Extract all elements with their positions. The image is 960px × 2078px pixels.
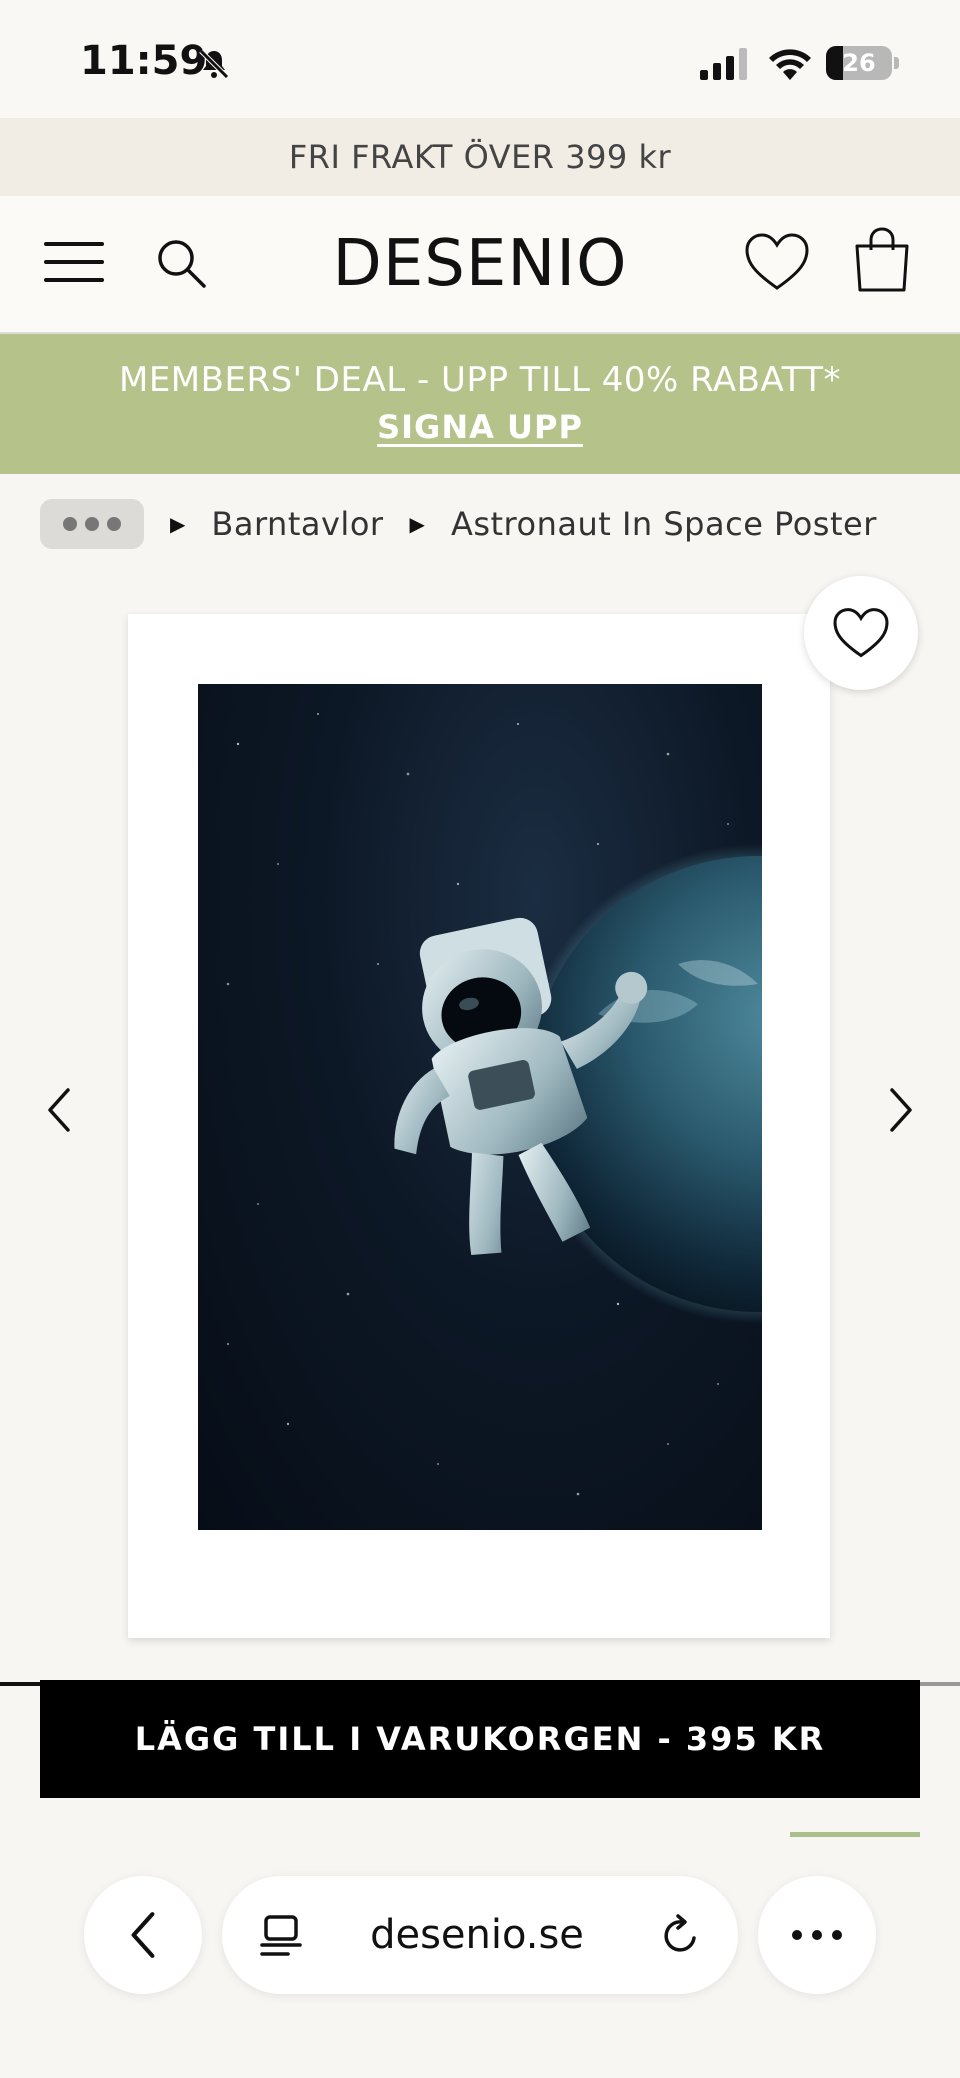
breadcrumb-separator-icon: ▶ bbox=[170, 512, 186, 536]
battery-percent: 26 bbox=[842, 49, 876, 77]
battery-tip bbox=[894, 57, 899, 69]
sign-up-link[interactable]: SIGNA UPP bbox=[377, 408, 583, 446]
reload-icon[interactable] bbox=[658, 1912, 704, 1958]
add-to-cart-button[interactable]: LÄGG TILL I VARUKORGEN - 395 KR bbox=[40, 1680, 920, 1798]
menu-icon[interactable] bbox=[44, 242, 104, 286]
breadcrumb-separator-icon: ▶ bbox=[409, 512, 425, 536]
battery-icon: 26 bbox=[826, 46, 892, 80]
status-bar: 11:59 26 bbox=[0, 0, 960, 118]
dot bbox=[812, 1930, 822, 1940]
chevron-left-icon bbox=[131, 1912, 155, 1958]
deal-text: MEMBERS' DEAL - UPP TILL 40% RABATT* bbox=[118, 360, 842, 400]
heart-icon bbox=[833, 608, 889, 658]
product-gallery bbox=[0, 574, 960, 1684]
wishlist-button[interactable] bbox=[804, 576, 918, 690]
cellular-signal-icon bbox=[700, 48, 747, 80]
chevron-right-icon[interactable] bbox=[886, 1086, 916, 1134]
search-icon[interactable] bbox=[152, 234, 212, 294]
site-logo[interactable]: DESENIO bbox=[280, 224, 680, 304]
dot bbox=[792, 1930, 802, 1940]
members-deal-banner: MEMBERS' DEAL - UPP TILL 40% RABATT* SIG… bbox=[0, 334, 960, 474]
dot bbox=[832, 1930, 842, 1940]
url-text[interactable]: desenio.se bbox=[312, 1876, 642, 1994]
more-options-button[interactable] bbox=[758, 1876, 876, 1994]
site-header: DESENIO bbox=[0, 196, 960, 334]
breadcrumb-more-button[interactable] bbox=[40, 499, 144, 549]
breadcrumb-item-current: Astronaut In Space Poster bbox=[450, 505, 877, 543]
breadcrumb-item-barntavlor[interactable]: Barntavlor bbox=[211, 505, 383, 543]
address-bar[interactable]: desenio.se bbox=[222, 1876, 738, 1994]
poster-frame[interactable] bbox=[128, 614, 830, 1638]
divider bbox=[920, 1682, 960, 1686]
browser-back-button[interactable] bbox=[84, 1876, 202, 1994]
chevron-left-icon[interactable] bbox=[44, 1086, 74, 1134]
reader-mode-icon[interactable] bbox=[260, 1914, 302, 1958]
bell-slash-icon bbox=[199, 49, 229, 79]
status-time: 11:59 bbox=[80, 38, 208, 84]
astronaut-in-space-image bbox=[198, 684, 762, 1530]
shipping-banner: FRI FRAKT ÖVER 399 kr bbox=[0, 118, 960, 196]
divider bbox=[0, 1682, 40, 1686]
breadcrumb: ▶ Barntavlor ▶ Astronaut In Space Poster bbox=[0, 474, 960, 574]
scroll-accent bbox=[790, 1832, 920, 1837]
heart-icon[interactable] bbox=[744, 232, 810, 292]
browser-toolbar: desenio.se bbox=[0, 1850, 960, 2078]
bag-icon[interactable] bbox=[852, 226, 912, 294]
wifi-icon bbox=[769, 49, 811, 80]
